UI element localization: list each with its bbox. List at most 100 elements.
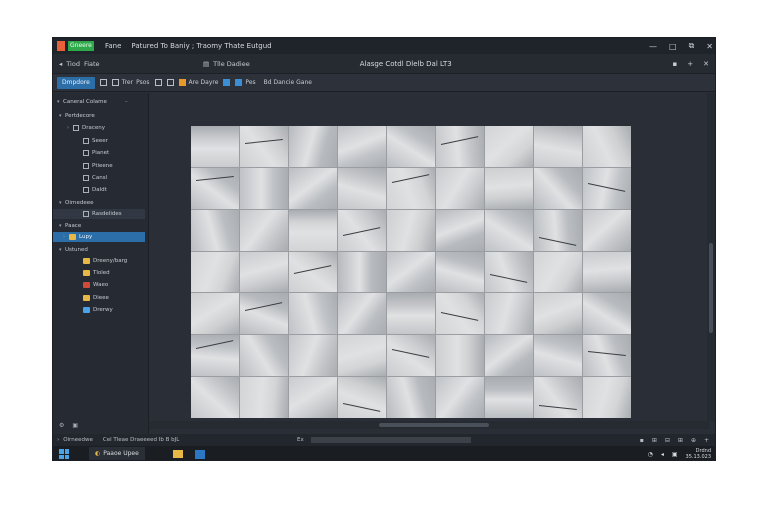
sidebar-item-14[interactable]: Waeo	[53, 280, 108, 290]
view-icon[interactable]: ▣	[72, 422, 78, 429]
toolbar2-item-2[interactable]: Psos	[136, 79, 149, 86]
sidebar-item-13[interactable]: Tloled	[53, 268, 110, 278]
status-arrow-icon: ›	[57, 437, 60, 443]
vertical-scroll-thumb[interactable]	[709, 243, 713, 333]
tile-crack	[293, 264, 332, 274]
sidebar-item-label: Seeer	[92, 137, 108, 144]
tile	[534, 209, 582, 251]
tile	[289, 209, 337, 251]
grid-icon[interactable]	[154, 79, 162, 86]
sidebar-item-label: Oirnedeee	[65, 199, 94, 206]
zoom-plus-icon[interactable]: +	[704, 437, 709, 444]
toolbar2-item-5[interactable]: Bd Dancie Gane	[264, 79, 312, 86]
add-icon[interactable]: +	[687, 60, 693, 68]
sidebar-item-2[interactable]: Seeer	[53, 136, 108, 146]
item-icon	[83, 210, 89, 217]
toolbar-btn-1[interactable]: Tiod	[66, 60, 80, 68]
status-icon-4[interactable]: ⊞	[678, 437, 683, 444]
sidebar-header[interactable]: ▾ Caneral Colame –	[57, 97, 128, 107]
editor-icon[interactable]	[194, 449, 205, 459]
status-icon-1[interactable]: ▪	[640, 437, 644, 444]
close-panel-icon[interactable]: ✕	[703, 60, 709, 68]
tile	[387, 251, 435, 293]
horizontal-scroll-thumb[interactable]	[379, 423, 489, 427]
tile	[387, 126, 435, 167]
sidebar-item-label: Lupy	[79, 234, 93, 241]
sidebar-item-10[interactable]: › Lupy	[53, 232, 145, 243]
restore-icon[interactable]: ⧉	[689, 41, 695, 51]
sidebar-item-16[interactable]: Drerwy	[53, 305, 113, 315]
stone-tile-image[interactable]	[191, 126, 631, 418]
sidebar-item-15[interactable]: Dieee	[53, 293, 109, 303]
tile	[338, 293, 386, 335]
tile-crack	[244, 302, 283, 312]
app-badge[interactable]: Gneere	[53, 38, 97, 54]
sidebar-item-7[interactable]: ▾ Oirnedeee	[53, 198, 94, 208]
sidebar-item-0[interactable]: ▾ Pertdecore	[53, 111, 95, 121]
clock[interactable]: Drdnd 35.13.023	[686, 448, 711, 460]
taskbar: ◐ Paaoe Upee ◔ ◂ ▣ Drdnd 35.13.023	[53, 446, 715, 460]
tile	[338, 377, 386, 418]
tile	[338, 126, 386, 167]
center-title: Alasge Cotdl Dlelb Dal LT3	[359, 59, 452, 68]
sidebar-item-9[interactable]: ▾ Paace	[53, 221, 81, 231]
panel-icon[interactable]: ▪	[673, 60, 678, 68]
sidebar-item-3[interactable]: Pianet	[53, 148, 109, 158]
network-icon[interactable]: ◔	[648, 451, 653, 458]
layers-icon[interactable]	[166, 79, 174, 86]
sidebar-item-label: Waeo	[93, 282, 109, 289]
folder-icon[interactable]	[172, 450, 183, 458]
tile	[583, 167, 631, 209]
main-toolbar: ◂ Tiod Fiate ▤ Tlle Dadiee Alasge Cotdl …	[53, 54, 715, 74]
toolbar2-item-3[interactable]: Are Dayre	[189, 79, 219, 86]
status-icon-2[interactable]: ⊞	[652, 437, 657, 444]
close-icon[interactable]: ✕	[706, 42, 713, 51]
tile	[485, 209, 533, 251]
toolbar-btn-2[interactable]: Fiate	[84, 60, 100, 68]
settings-icon[interactable]: ⚙	[59, 422, 64, 429]
maximize-icon[interactable]: □	[669, 42, 677, 51]
tile	[240, 126, 288, 167]
sidebar-item-1[interactable]: › Draceny	[53, 123, 105, 133]
item-icon	[83, 175, 89, 181]
tile	[289, 335, 337, 377]
vertical-scrollbar[interactable]	[707, 93, 715, 421]
tile	[387, 209, 435, 251]
toolbar2-item-1[interactable]: Trer	[122, 79, 133, 86]
sidebar-item-label: Cansl	[92, 175, 108, 181]
sidebar-item-label: Rasdelides	[92, 210, 122, 217]
sidebar-item-4[interactable]: Ptieene	[53, 161, 113, 171]
sidebar-item-6[interactable]: Daldt	[53, 185, 107, 195]
tile	[485, 377, 533, 418]
tile	[191, 293, 239, 335]
status-icon-3[interactable]: ⊟	[665, 437, 670, 444]
volume-icon[interactable]: ◂	[661, 451, 664, 458]
sidebar-item-8[interactable]: Rasdelides	[53, 208, 145, 219]
status-info: Cel Tleae Draeeeed Ib B bJL	[102, 437, 180, 443]
minimize-icon[interactable]: —	[649, 42, 657, 51]
sidebar-item-label: Pertdecore	[65, 113, 95, 119]
rotate-icon[interactable]	[99, 79, 107, 86]
collapse-icon[interactable]: –	[125, 99, 128, 105]
start-icon[interactable]	[59, 449, 69, 459]
menu-file[interactable]: Fane	[105, 42, 121, 50]
taskbar-app[interactable]: ◐ Paaoe Upee	[89, 447, 145, 460]
sidebar-item-12[interactable]: Dreeny/barg	[53, 256, 127, 266]
zoom-in-icon[interactable]: ⊕	[691, 437, 696, 444]
toolbar2-item-4[interactable]: Pes	[245, 79, 255, 86]
nav-icon[interactable]: ◂	[59, 60, 62, 68]
sidebar-item-11[interactable]: ▾ Ustuned	[53, 245, 88, 255]
progress-track	[311, 437, 471, 443]
tile-crack	[195, 176, 235, 182]
sidebar-item-5[interactable]: Cansl	[53, 173, 107, 183]
primary-button[interactable]: Dmpdore	[57, 76, 95, 89]
item-icon	[83, 137, 89, 144]
tile	[191, 126, 239, 167]
horizontal-scrollbar[interactable]	[149, 421, 709, 429]
highlight-icon[interactable]	[178, 79, 186, 86]
paint-icon[interactable]	[223, 79, 231, 86]
tile	[485, 335, 533, 377]
brush-icon[interactable]	[235, 79, 243, 86]
copy-icon[interactable]	[111, 79, 119, 86]
notifications-icon[interactable]: ▣	[672, 451, 678, 458]
